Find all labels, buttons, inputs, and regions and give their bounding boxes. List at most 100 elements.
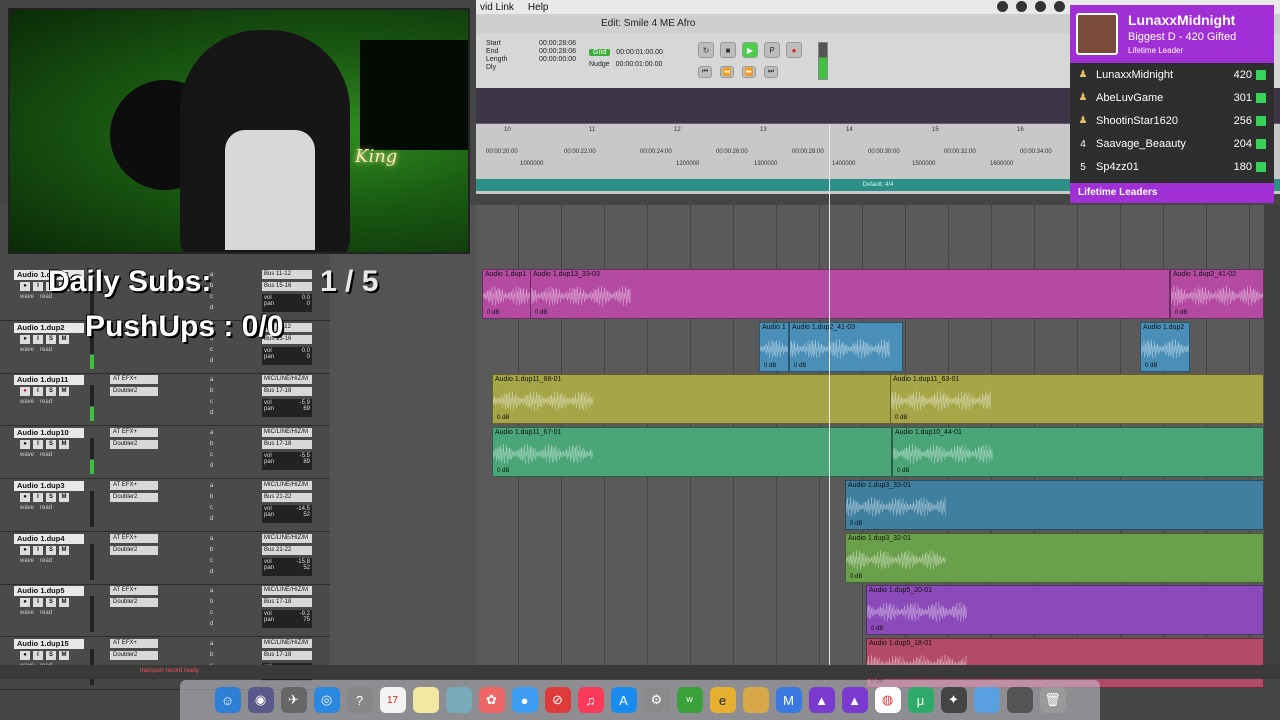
volume-pan[interactable]: vol -15.8 pan 52 — [262, 557, 312, 576]
app-store-icon[interactable]: A — [610, 687, 637, 713]
chrome-icon[interactable]: ◍ — [874, 687, 901, 713]
volume-pan[interactable]: vol -14.5 pan 52 — [262, 504, 312, 523]
track-view-selector[interactable]: wave read — [20, 558, 52, 564]
insert-slot[interactable]: Doubler2 — [110, 598, 158, 608]
send-slot[interactable]: a — [210, 481, 213, 492]
mute-button[interactable]: M — [59, 598, 69, 608]
calendar-icon[interactable]: 17 — [379, 687, 406, 713]
studio-app-icon[interactable]: W — [676, 687, 703, 713]
input-selector[interactable]: Bus 11-12 — [262, 270, 312, 279]
insert-slot[interactable]: AT EFX+ — [110, 428, 158, 438]
launchpad-icon[interactable]: ✈ — [280, 687, 307, 713]
track-view-selector[interactable]: wave read — [20, 452, 52, 458]
playhead-cursor[interactable] — [829, 124, 830, 665]
start-value[interactable]: 00:00:28:06 — [539, 40, 576, 48]
track-header[interactable]: Audio 1.dup4 ● I S Mwave read AT EFX+ Doubler2 a… — [0, 532, 330, 585]
track-header[interactable]: Audio 1.dup11 ● I S Mwave read AT EFX+ Doubler2… — [0, 373, 330, 427]
record-enable-button[interactable]: ● — [20, 334, 30, 344]
audio-clip[interactable]: Audio 1.dup5_20-01 0 dB — [866, 585, 1264, 636]
automation-mode[interactable]: read — [40, 558, 52, 564]
send-slot[interactable]: c — [210, 556, 213, 567]
audio-clip[interactable]: Audio 1 0 dB — [759, 321, 789, 372]
menu-vid-link[interactable]: vid Link — [480, 2, 514, 13]
mute-button[interactable]: M — [59, 545, 69, 555]
length-value[interactable]: 00:00:00:00 — [539, 56, 576, 64]
record-enable-button[interactable]: ● — [20, 387, 30, 397]
send-slot[interactable]: b — [210, 597, 213, 608]
input-monitor-button[interactable]: I — [33, 492, 43, 502]
input-selector[interactable]: MIC/LINE/HIZ/M — [262, 638, 312, 648]
send-slot[interactable]: c — [210, 503, 213, 514]
output-selector[interactable]: Bus 17-18 — [262, 387, 312, 397]
send-slot[interactable]: b — [210, 650, 213, 661]
audio-clip[interactable]: Audio 1.dup3_33-01 0 dB — [845, 479, 1264, 530]
track-name[interactable]: Audio 1.dup5 — [14, 586, 84, 597]
delay-toggle[interactable]: Dly — [486, 64, 496, 72]
send-slot[interactable]: c — [210, 608, 213, 619]
send-slot[interactable]: d — [210, 356, 213, 367]
solo-button[interactable]: S — [46, 334, 56, 344]
insert-slot[interactable]: Doubler2 — [110, 387, 158, 397]
track-name[interactable]: Audio 1.dup10 — [14, 428, 84, 439]
menu-help[interactable]: Help — [528, 2, 549, 13]
trash-icon[interactable]: 🗑 — [1039, 687, 1066, 713]
audio-clip[interactable]: Audio 1.dup11_68-01 0 dB — [492, 374, 892, 425]
e-app-icon[interactable]: e — [709, 687, 736, 713]
record-enable-button[interactable]: ● — [20, 545, 30, 555]
input-monitor-button[interactable]: I — [33, 387, 43, 397]
track-name[interactable]: Audio 1.dup4 — [14, 533, 84, 544]
grid-button[interactable]: Grid — [589, 48, 611, 56]
insert-slot[interactable]: AT EFX+ — [110, 480, 158, 490]
torrent-icon[interactable]: μ — [907, 687, 934, 713]
track-name[interactable]: Audio 1.dup3 — [14, 480, 84, 491]
output-selector[interactable]: Bus 17-18 — [262, 440, 312, 450]
insert-slot[interactable]: AT EFX+ — [110, 638, 158, 648]
pan-value[interactable]: 0 — [307, 354, 310, 360]
send-slot[interactable]: d — [210, 567, 213, 578]
mute-button[interactable]: M — [59, 387, 69, 397]
input-selector[interactable]: MIC/LINE/HIZ/M — [262, 375, 312, 385]
wave-mode[interactable]: wave — [20, 610, 34, 616]
folder-app-icon[interactable] — [742, 687, 769, 713]
loop-icon[interactable]: ↻ — [698, 42, 714, 58]
send-slot[interactable]: d — [210, 461, 213, 472]
wave-mode[interactable]: wave — [20, 347, 34, 353]
pan-value[interactable]: 75 — [303, 617, 310, 623]
wifi-icon[interactable] — [1054, 1, 1065, 12]
track-header[interactable]: Audio 1.dup3 ● I S Mwave read AT EFX+ Doubler2 a… — [0, 479, 330, 532]
volume-pan[interactable]: vol -5.5 pan 89 — [262, 452, 312, 471]
send-slot[interactable]: a — [210, 639, 213, 650]
solo-button[interactable]: S — [46, 598, 56, 608]
stop-button[interactable]: ■ — [720, 42, 736, 58]
input-monitor-button[interactable]: I — [33, 598, 43, 608]
audio-clip[interactable]: Audio 1.dup3_32-01 0 dB — [845, 532, 1264, 583]
track-name[interactable]: Audio 1.dup11 — [14, 375, 84, 386]
audio-clip[interactable]: Audio 1.dup2 0 dB — [1140, 321, 1190, 372]
input-monitor-button[interactable]: I — [33, 440, 43, 450]
insert-slot[interactable]: Doubler2 — [110, 440, 158, 450]
audio-clip[interactable]: Audio 1.dup13_33-03 0 dB — [530, 269, 1170, 319]
pan-value[interactable]: 0 — [307, 301, 310, 307]
messages-icon[interactable]: ● — [511, 687, 538, 713]
input-selector[interactable]: MIC/LINE/HIZ/M — [262, 480, 312, 490]
notes-icon[interactable] — [412, 687, 439, 713]
send-slot[interactable]: a — [210, 586, 213, 597]
record-mode-icon[interactable]: P — [764, 42, 780, 58]
track-name[interactable]: Audio 1.dup2 — [14, 322, 84, 333]
audio-clip[interactable]: Audio 1.dup11_63-01 0 dB — [890, 374, 1264, 425]
audio-clip[interactable]: Audio 1.dup2_41-02 0 dB — [1170, 269, 1264, 319]
play-button[interactable]: ▶ — [742, 42, 758, 58]
send-slot[interactable]: a — [210, 375, 213, 386]
record-enable-button[interactable]: ● — [20, 440, 30, 450]
audio-clip[interactable]: Audio 1.dup10_44-01 0 dB — [892, 427, 1264, 478]
music-icon[interactable]: ♫ — [577, 687, 604, 713]
send-slot[interactable]: c — [210, 397, 213, 408]
grid-value[interactable]: 00:00:01:00.00 — [616, 49, 663, 56]
wave-mode[interactable]: wave — [20, 399, 34, 405]
pan-value[interactable]: 89 — [303, 459, 310, 465]
send-slot[interactable]: d — [210, 514, 213, 525]
vertical-scrollbar[interactable] — [1264, 205, 1280, 665]
track-view-selector[interactable]: wave read — [20, 399, 52, 405]
input-selector[interactable]: MIC/LINE/HIZ/M — [262, 586, 312, 596]
fast-forward-button[interactable]: ⏩ — [742, 66, 756, 78]
